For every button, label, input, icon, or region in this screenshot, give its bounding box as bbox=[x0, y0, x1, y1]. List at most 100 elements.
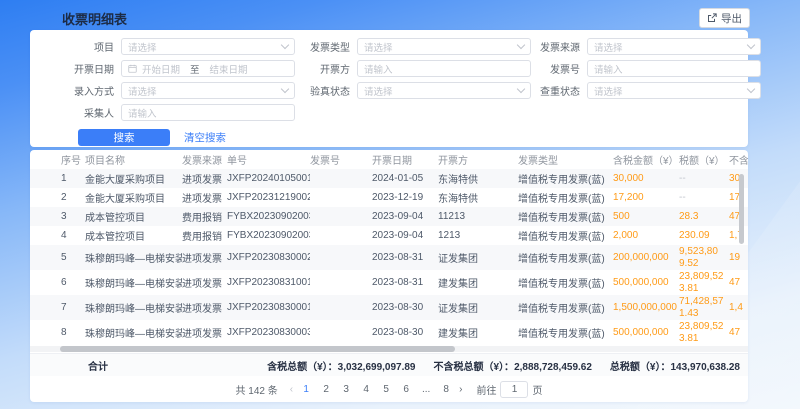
column-header: 开票方 bbox=[438, 152, 518, 167]
input-placeholder: 请输入 bbox=[594, 62, 623, 76]
table-cell-net: 47 bbox=[729, 277, 748, 288]
table-row: 8珠穆朗玛峰—电梯安装进项发票JXFP202308300032023-08-30… bbox=[30, 320, 748, 345]
vertical-scrollbar[interactable] bbox=[739, 174, 744, 244]
table-cell-issuer: 11213 bbox=[438, 211, 518, 222]
filter-input[interactable]: 请输入 bbox=[587, 60, 761, 77]
table-cell-tax: 23,809,523.81 bbox=[679, 271, 729, 294]
filter-field: 发票号请输入 bbox=[532, 61, 761, 76]
table-cell-issuer: 建发集团 bbox=[438, 325, 518, 340]
input-placeholder: 请输入 bbox=[128, 106, 157, 120]
filter-select[interactable]: 请选择 bbox=[357, 82, 531, 99]
table-cell-date: 2023-09-04 bbox=[372, 230, 438, 241]
table-cell-issuer: 证发集团 bbox=[438, 300, 518, 315]
pagination-page-button[interactable]: 5 bbox=[379, 384, 393, 395]
filter-label: 开票日期 bbox=[30, 61, 121, 76]
filter-input[interactable]: 请输入 bbox=[121, 104, 295, 121]
filter-select[interactable]: 请选择 bbox=[121, 38, 295, 55]
table-cell-net: 19 bbox=[729, 252, 748, 263]
horizontal-scrollbar[interactable] bbox=[60, 346, 455, 352]
pagination-prev-button[interactable]: ‹ bbox=[290, 384, 293, 395]
input-placeholder: 请输入 bbox=[364, 62, 393, 76]
export-icon bbox=[707, 13, 717, 23]
page-background: 收票明细表 导出 项目请选择发票类型请选择发票来源请选择开票日期开始日期至结束日… bbox=[0, 0, 800, 409]
column-header: 序号 bbox=[61, 152, 85, 167]
table-cell-issuer: 东海特供 bbox=[438, 171, 518, 186]
table-cell-issuer: 东海特供 bbox=[438, 190, 518, 205]
filter-label: 发票类型 bbox=[302, 39, 357, 54]
daterange-separator: 至 bbox=[190, 62, 200, 76]
pagination-page-button[interactable]: 6 bbox=[399, 384, 413, 395]
select-placeholder: 请选择 bbox=[364, 40, 393, 54]
pagination-page-button[interactable]: 3 bbox=[339, 384, 353, 395]
table-cell-amount: 30,000 bbox=[613, 173, 679, 184]
table-cell-tax: -- bbox=[679, 173, 729, 185]
table-cell-tax: 230.09 bbox=[679, 230, 729, 242]
column-header: 项目名称 bbox=[85, 152, 182, 167]
table-cell-seq: 4 bbox=[61, 230, 85, 241]
pagination-page-button[interactable]: 4 bbox=[359, 384, 373, 395]
table-cell-project: 珠穆朗玛峰—电梯安装 bbox=[85, 250, 182, 265]
table-cell-type: 增值税专用发票(蓝) bbox=[518, 275, 613, 290]
filter-label: 开票方 bbox=[302, 61, 357, 76]
pagination-page-button[interactable]: 1 bbox=[299, 384, 313, 395]
filter-label: 录入方式 bbox=[30, 83, 121, 98]
pagination-next-button[interactable]: › bbox=[459, 384, 462, 395]
table-row: 3成本管控项目费用报销FYBX202309020032023-09-041121… bbox=[30, 207, 748, 226]
pagination-total: 共 142 条 bbox=[236, 382, 278, 397]
filter-field: 开票方请输入 bbox=[302, 61, 532, 76]
filter-select[interactable]: 请选择 bbox=[587, 38, 761, 55]
filter-select[interactable]: 请选择 bbox=[357, 38, 531, 55]
table-cell-seq: 7 bbox=[61, 302, 85, 313]
select-placeholder: 请选择 bbox=[128, 40, 157, 54]
filter-select[interactable]: 请选择 bbox=[587, 82, 761, 99]
chevron-down-icon bbox=[281, 41, 289, 49]
table-cell-source: 进项发票 bbox=[182, 171, 227, 186]
table-cell-type: 增值税专用发票(蓝) bbox=[518, 300, 613, 315]
table-cell-issuer: 证发集团 bbox=[438, 250, 518, 265]
filter-field: 验真状态请选择 bbox=[302, 83, 532, 98]
column-header: 单号 bbox=[227, 152, 310, 167]
pagination-page-button[interactable]: 8 bbox=[439, 384, 453, 395]
filter-field: 项目请选择 bbox=[30, 39, 302, 54]
table-cell-source: 进项发票 bbox=[182, 250, 227, 265]
clear-search-link[interactable]: 清空搜索 bbox=[184, 130, 226, 145]
table-row: 2金能大厦采购项目进项发票JXFP202312190022023-12-19东海… bbox=[30, 188, 748, 207]
table-cell-amount: 1,500,000,000 bbox=[613, 302, 679, 313]
table-cell-date: 2023-08-31 bbox=[372, 277, 438, 288]
table-header-row: 序号项目名称发票来源单号发票号开票日期开票方发票类型含税金额（¥）税额（¥）不含… bbox=[30, 150, 748, 169]
table-cell-date: 2023-09-04 bbox=[372, 211, 438, 222]
table-cell-amount: 500,000,000 bbox=[613, 327, 679, 338]
table-cell-tax: -- bbox=[679, 192, 729, 204]
table-cell-date: 2023-08-30 bbox=[372, 302, 438, 313]
table-cell-project: 珠穆朗玛峰—电梯安装 bbox=[85, 275, 182, 290]
filter-label: 查重状态 bbox=[532, 83, 587, 98]
table-cell-project: 珠穆朗玛峰—电梯安装 bbox=[85, 325, 182, 340]
table-cell-doc_no: JXFP20230830001 bbox=[227, 302, 310, 313]
table-cell-source: 进项发票 bbox=[182, 325, 227, 340]
pagination-ellipsis: ... bbox=[419, 384, 433, 395]
column-header: 不含税金额（¥） bbox=[729, 152, 748, 167]
search-button[interactable]: 搜索 bbox=[78, 129, 170, 146]
export-button[interactable]: 导出 bbox=[699, 8, 750, 28]
filter-label: 发票号 bbox=[532, 61, 587, 76]
pagination-goto-label: 前往 bbox=[476, 382, 496, 397]
table-cell-doc_no: JXFP20230830003 bbox=[227, 327, 310, 338]
daterange-end-placeholder: 结束日期 bbox=[210, 62, 248, 76]
table-cell-source: 进项发票 bbox=[182, 190, 227, 205]
filter-input[interactable]: 请输入 bbox=[357, 60, 531, 77]
pagination-goto: 前往页 bbox=[476, 381, 542, 398]
table-cell-type: 增值税专用发票(蓝) bbox=[518, 209, 613, 224]
table-cell-type: 增值税专用发票(蓝) bbox=[518, 171, 613, 186]
summary-row: 合计 含税总额（¥）：3,032,699,097.89 不含税总额（¥）：2,8… bbox=[30, 353, 748, 376]
select-placeholder: 请选择 bbox=[128, 84, 157, 98]
table-cell-seq: 3 bbox=[61, 211, 85, 222]
filter-select[interactable]: 请选择 bbox=[121, 82, 295, 99]
pagination-goto-input[interactable] bbox=[500, 381, 528, 398]
table-cell-source: 费用报销 bbox=[182, 209, 227, 224]
table-cell-net: 1,4 bbox=[729, 302, 748, 313]
table-cell-tax: 71,428,571.43 bbox=[679, 296, 729, 319]
filter-grid: 项目请选择发票类型请选择发票来源请选择开票日期开始日期至结束日期开票方请输入发票… bbox=[30, 30, 748, 120]
table-cell-project: 成本管控项目 bbox=[85, 228, 182, 243]
filter-daterange[interactable]: 开始日期至结束日期 bbox=[121, 60, 295, 77]
pagination-page-button[interactable]: 2 bbox=[319, 384, 333, 395]
